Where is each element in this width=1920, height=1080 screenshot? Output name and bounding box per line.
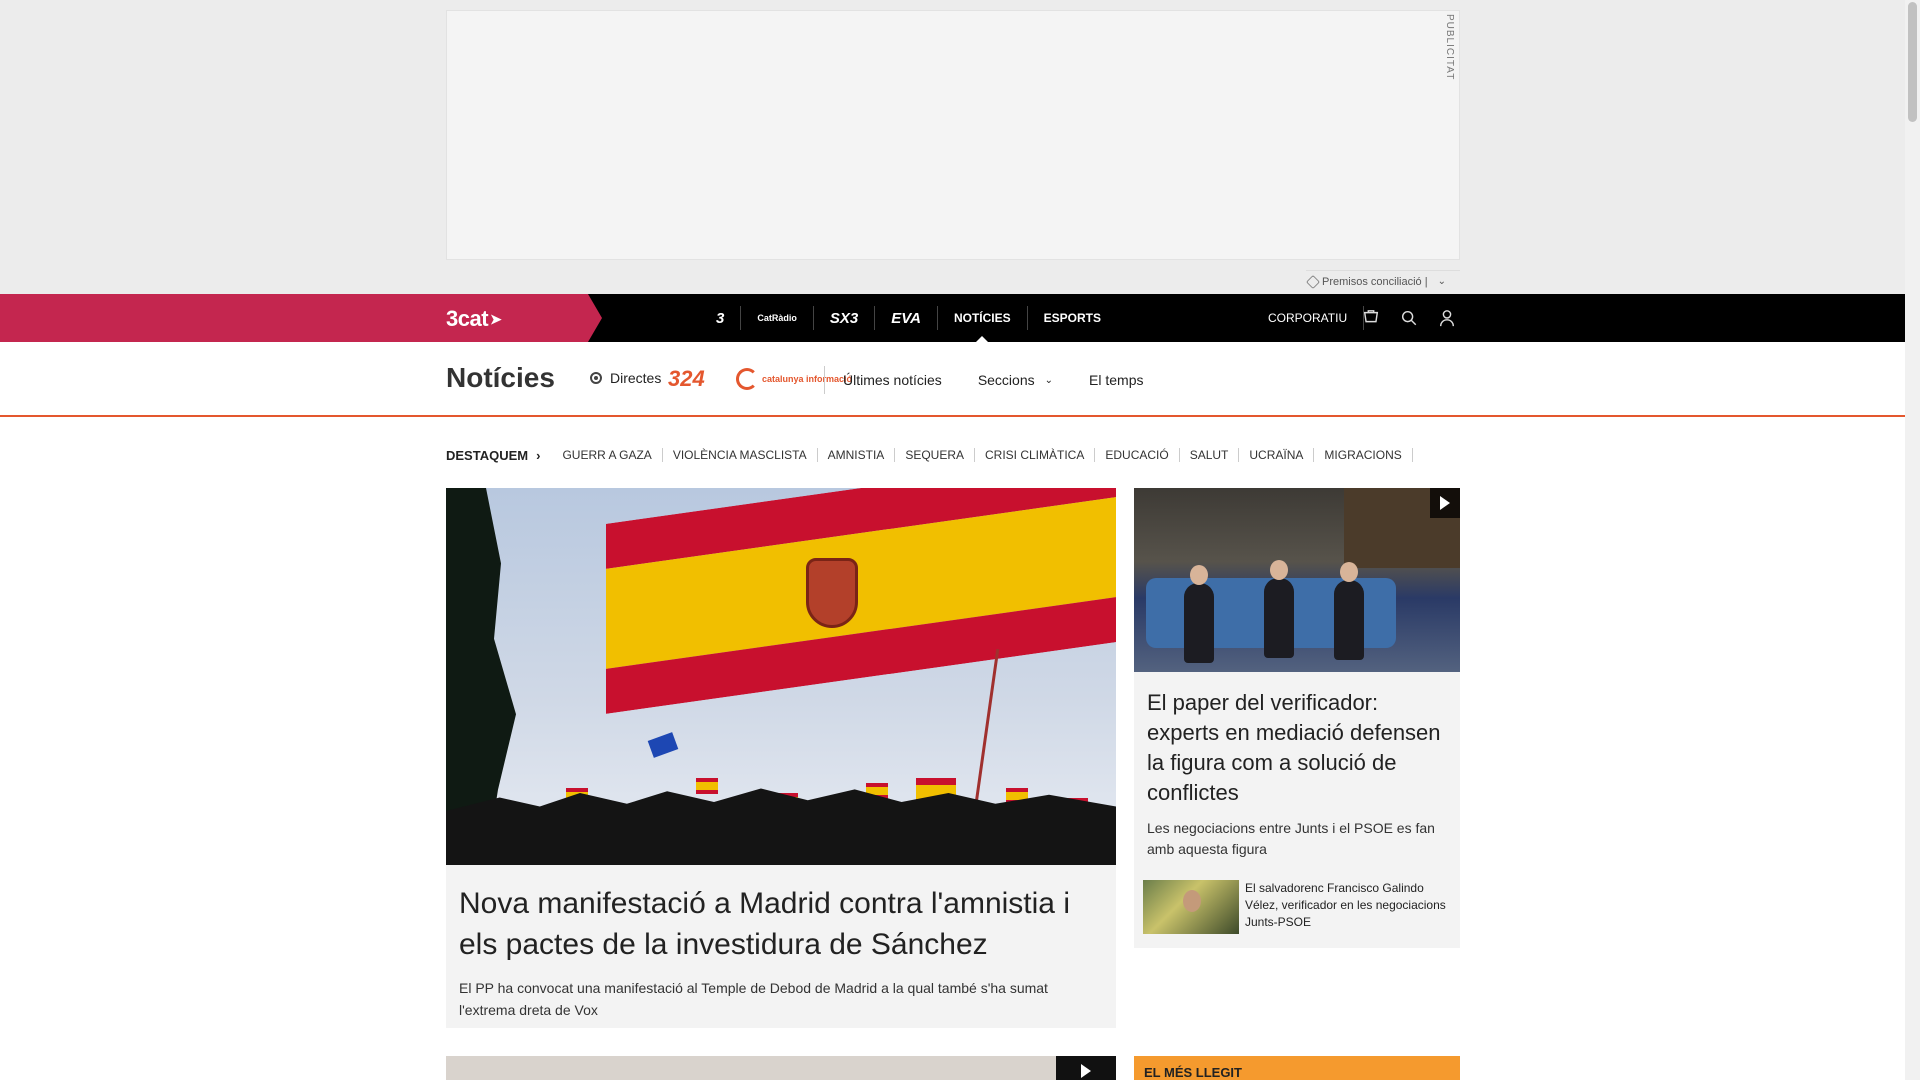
destaquem-item[interactable]: SEQUERA: [895, 448, 975, 462]
mes-llegit-header: EL MÉS LLEGIT: [1134, 1056, 1460, 1080]
search-icon[interactable]: [1398, 307, 1420, 329]
ad-consent-bar[interactable]: Premisos conciliació | ⌄: [1305, 270, 1460, 292]
section-header: Notícies Directes 324 catalunya informac…: [0, 342, 1905, 417]
channel-list: 3 CatRàdio SX3 EVA NOTÍCIES ESPORTS: [700, 294, 1117, 342]
top-icons: [1352, 294, 1458, 342]
person-figure: [1334, 562, 1364, 660]
nav-noticies[interactable]: NOTÍCIES: [938, 306, 1028, 342]
destaquem-label[interactable]: DESTAQUEM ›: [446, 448, 552, 463]
ci-logo-icon: [736, 368, 758, 390]
logo-324-text: 324: [668, 366, 705, 391]
side-story-headline[interactable]: El paper del verificador: experts en med…: [1147, 688, 1447, 808]
tag-icon: [1305, 274, 1321, 289]
destaquem-text: DESTAQUEM: [446, 447, 529, 463]
destaquem-item[interactable]: AMNISTIA: [818, 448, 896, 462]
ad-bar-text: Premisos conciliació |: [1322, 275, 1428, 288]
brand-arrow-icon: ➤: [490, 310, 502, 327]
directes-label: Directes: [610, 370, 662, 386]
person-figure: [1184, 565, 1214, 663]
link-temps-label: El temps: [1089, 372, 1144, 388]
nav-corporatiu[interactable]: CORPORATIU: [1252, 306, 1365, 330]
chevron-right-icon: ›: [536, 447, 541, 463]
spain-flag-graphic: [606, 488, 1116, 714]
link-seccions[interactable]: Seccions ⌄: [960, 372, 1071, 388]
destaquem-item[interactable]: GUERR A GAZA: [552, 448, 663, 462]
section-links: Últimes notícies Seccions ⌄ El temps: [824, 366, 1161, 394]
side-story-text: El paper del verificador: experts en med…: [1134, 672, 1460, 860]
live-icon: [590, 372, 602, 384]
scrollbar[interactable]: [1905, 0, 1920, 1080]
related-story-headline[interactable]: El salvadorenc Francisco Galindo Vélez, …: [1245, 880, 1453, 934]
brand-name: 3cat: [446, 306, 489, 331]
side-story-image[interactable]: [1134, 488, 1460, 672]
chevron-down-icon: ⌄: [1044, 374, 1054, 386]
channel-tv3[interactable]: 3: [700, 306, 742, 330]
cart-icon[interactable]: [1360, 307, 1382, 329]
side-story-card[interactable]: El paper del verificador: experts en med…: [1134, 488, 1460, 948]
top-navigation: 3cat ➤ 3 CatRàdio SX3 EVA NOTÍCIES ESPOR…: [0, 294, 1905, 342]
destaquem-item[interactable]: CRISI CLIMÀTICA: [975, 448, 1096, 462]
chevron-down-icon[interactable]: ⌄: [1438, 276, 1446, 287]
main-story-summary: El PP ha convocat una manifestació al Te…: [459, 980, 1048, 1018]
main-story-headline[interactable]: Nova manifestació a Madrid contra l'amni…: [459, 883, 1103, 965]
section-title[interactable]: Notícies: [446, 362, 555, 394]
ad-zone: PUBLICITAT Premisos conciliació | ⌄: [0, 0, 1905, 294]
scrollbar-thumb[interactable]: [1908, 2, 1917, 122]
main-story-text: Nova manifestació a Madrid contra l'amni…: [446, 865, 1116, 1039]
second-story-card[interactable]: [446, 1056, 1116, 1080]
eu-flag-graphic: [647, 732, 679, 758]
play-icon[interactable]: [1430, 488, 1460, 518]
destaquem-item[interactable]: UCRAÏNA: [1239, 448, 1315, 462]
destaquem-item[interactable]: SALUT: [1180, 448, 1240, 462]
logo-324[interactable]: 324: [668, 366, 705, 392]
play-icon[interactable]: [1056, 1056, 1116, 1080]
main-story-card[interactable]: Nova manifestació a Madrid contra l'amni…: [446, 488, 1116, 1028]
destaquem-item[interactable]: VIOLÈNCIA MASCLISTA: [663, 448, 818, 462]
channel-sx3[interactable]: SX3: [814, 306, 876, 330]
corporate-nav: CORPORATIU: [1252, 294, 1365, 342]
channel-catradio[interactable]: CatRàdio: [741, 306, 814, 330]
small-flag: [696, 778, 718, 794]
destaquem-item[interactable]: MIGRACIONS: [1314, 448, 1413, 462]
brand-block: [0, 294, 602, 342]
flag-crest: [806, 558, 858, 628]
nav-esports[interactable]: ESPORTS: [1028, 306, 1117, 330]
side-story-summary: Les negociacions entre Junts i el PSOE e…: [1147, 820, 1435, 857]
ad-label: PUBLICITAT: [1444, 14, 1455, 81]
link-seccions-label: Seccions: [977, 372, 1035, 388]
link-ultimes-label: Últimes notícies: [843, 372, 942, 388]
related-story[interactable]: El salvadorenc Francisco Galindo Vélez, …: [1143, 880, 1453, 934]
brand-logo[interactable]: 3cat ➤: [446, 306, 502, 332]
person-figure: [1264, 560, 1294, 658]
destaquem-item[interactable]: EDUCACIÓ: [1095, 448, 1180, 462]
related-story-thumbnail[interactable]: [1143, 880, 1239, 934]
destaquem-bar: DESTAQUEM › GUERR A GAZA VIOLÈNCIA MASCL…: [446, 444, 1413, 466]
link-el-temps[interactable]: El temps: [1071, 372, 1161, 388]
directes-link[interactable]: Directes: [590, 370, 661, 386]
ad-banner[interactable]: [446, 10, 1460, 260]
main-story-image[interactable]: [446, 488, 1116, 865]
link-ultimes-noticies[interactable]: Últimes notícies: [825, 372, 960, 388]
user-icon[interactable]: [1436, 307, 1458, 329]
channel-eva[interactable]: EVA: [875, 306, 938, 330]
